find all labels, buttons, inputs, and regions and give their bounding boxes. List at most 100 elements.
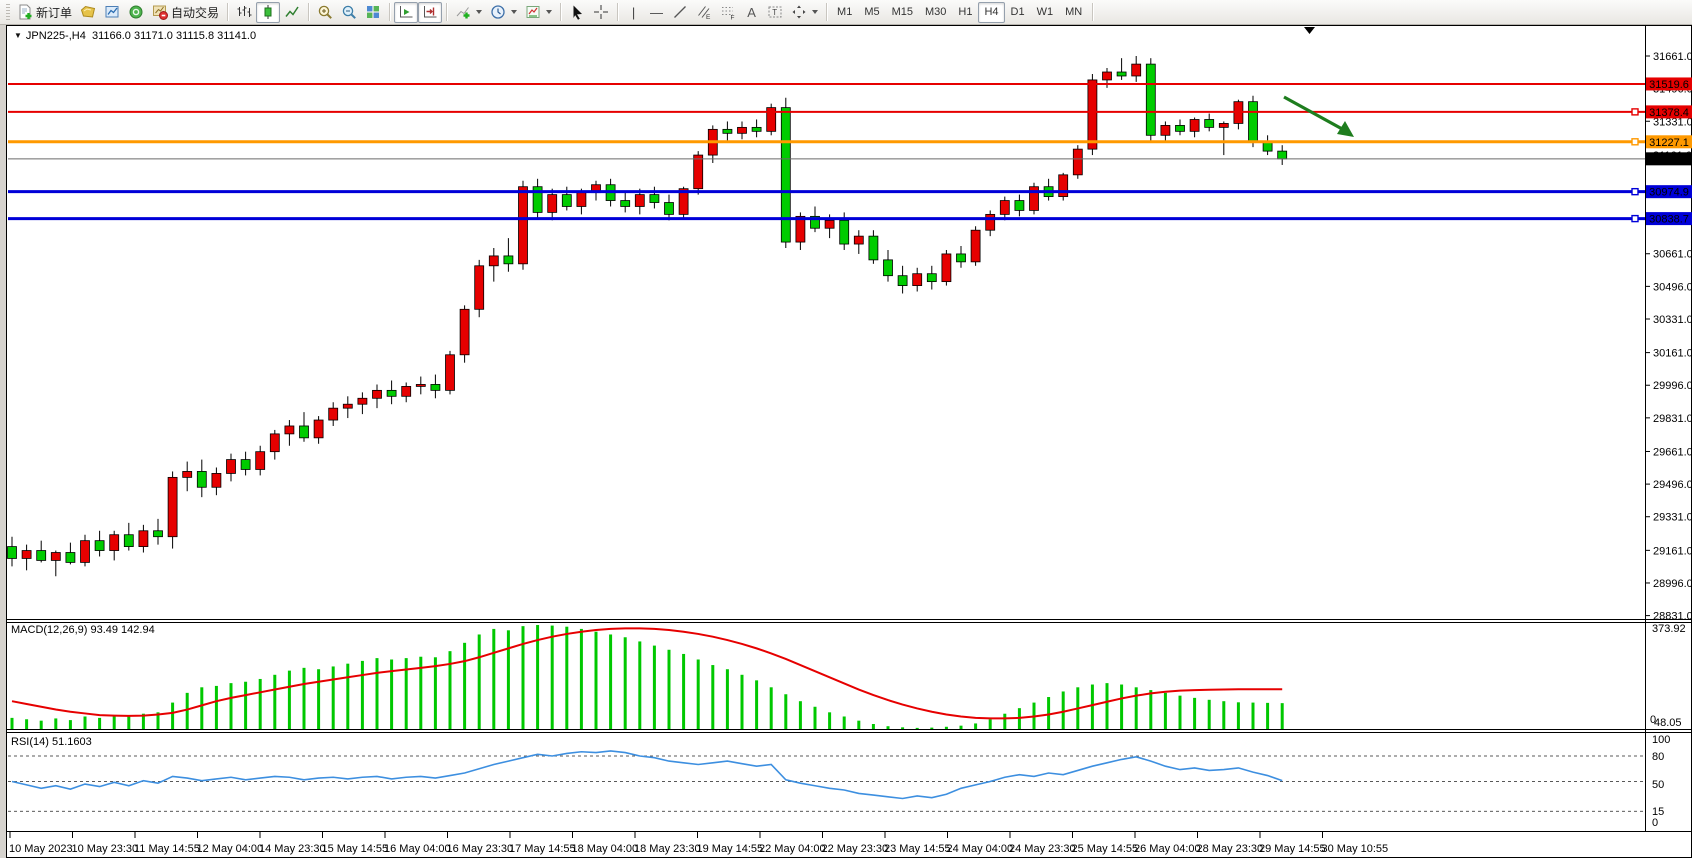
- date-label: 19 May 14:55: [697, 843, 764, 855]
- rsi-axis-label: 0: [1652, 817, 1658, 829]
- separator: [617, 3, 618, 21]
- level-handle[interactable]: [1632, 109, 1638, 115]
- toolbar-grip[interactable]: [6, 4, 10, 20]
- new-order-label: 新订单: [36, 4, 72, 21]
- level-handle[interactable]: [1632, 216, 1638, 222]
- date-label: 28 May 23:30: [1197, 843, 1264, 855]
- chart-symbol-period: JPN225-,H4: [26, 30, 86, 42]
- separator: [389, 3, 390, 21]
- date-label: 30 May 10:55: [1322, 843, 1389, 855]
- date-label: 10 May 2023: [9, 843, 73, 855]
- chart-shift-icon: [422, 4, 438, 20]
- separator: [826, 3, 827, 21]
- arrows-button[interactable]: [787, 2, 822, 23]
- channel-button[interactable]: E: [692, 2, 716, 23]
- date-label: 10 May 23:30: [72, 843, 139, 855]
- chart-header: ▼JPN225-,H4 31166.0 31171.0 31115.8 3114…: [14, 30, 256, 42]
- chart-profiles-button[interactable]: [76, 2, 100, 23]
- rsi-axis-label: 50: [1652, 779, 1664, 791]
- fibonacci-button[interactable]: F: [716, 2, 740, 23]
- rsi-axis-label: 80: [1652, 751, 1664, 763]
- market-watch-button[interactable]: [100, 2, 124, 23]
- price-tick-label: 29161.0: [1653, 545, 1692, 557]
- trendline-button[interactable]: [668, 2, 692, 23]
- templates-icon: [525, 4, 541, 20]
- date-label: 22 May 04:00: [759, 843, 826, 855]
- caret-icon: [546, 10, 552, 14]
- date-label: 26 May 04:00: [1134, 843, 1201, 855]
- price-tick-label: 29496.0: [1653, 479, 1692, 491]
- timeframe-m5-button[interactable]: M5: [858, 2, 885, 23]
- timeframe-d1-button[interactable]: D1: [1005, 2, 1031, 23]
- channel-icon: E: [696, 4, 712, 20]
- zoom-out-button[interactable]: [337, 2, 361, 23]
- periods-button[interactable]: [486, 2, 521, 23]
- bar-chart-button[interactable]: [232, 2, 256, 23]
- timeframe-m1-button[interactable]: M1: [831, 2, 858, 23]
- separator: [560, 3, 561, 21]
- auto-scroll-button[interactable]: [394, 2, 418, 23]
- navigator-button[interactable]: [124, 2, 148, 23]
- price-tick-label: 29661.0: [1653, 446, 1692, 458]
- market-watch-icon: [104, 4, 120, 20]
- clock-icon: [490, 4, 506, 20]
- indicators-icon: [455, 4, 471, 20]
- price-level-box-label: 30838.7: [1649, 214, 1689, 226]
- new-order-button[interactable]: 新订单: [13, 2, 76, 23]
- date-label: 14 May 23:30: [259, 843, 326, 855]
- indicators-button[interactable]: [451, 2, 486, 23]
- price-chart[interactable]: 31661.031496.031331.031161.030661.030496…: [0, 0, 1692, 863]
- rsi-indicator-label: RSI(14) 51.1603: [11, 736, 92, 748]
- level-handle[interactable]: [1632, 139, 1638, 145]
- price-tick-label: 29831.0: [1653, 413, 1692, 425]
- fibonacci-icon: F: [720, 4, 736, 20]
- text-button[interactable]: A: [740, 2, 763, 23]
- price-level-box-label: 30974.9: [1649, 187, 1689, 199]
- price-level-box-label: 31227.1: [1649, 137, 1689, 149]
- timeframe-m15-button[interactable]: M15: [886, 2, 919, 23]
- date-label: 17 May 14:55: [509, 843, 576, 855]
- timeframe-h1-button[interactable]: H1: [952, 2, 978, 23]
- auto-trading-label: 自动交易: [171, 4, 219, 21]
- line-chart-button[interactable]: [280, 2, 304, 23]
- price-level-box-label: 31378.4: [1649, 107, 1689, 119]
- bar-chart-icon: [236, 4, 252, 20]
- zoom-in-icon: [317, 4, 333, 20]
- timeframe-w1-button[interactable]: W1: [1031, 2, 1060, 23]
- price-tick-label: 28831.0: [1653, 611, 1692, 623]
- text-label-button[interactable]: T: [763, 2, 787, 23]
- price-level-box-label: 31519.6: [1649, 79, 1689, 91]
- chart-shift-button[interactable]: [418, 2, 442, 23]
- separator: [308, 3, 309, 21]
- tile-windows-button[interactable]: [361, 2, 385, 23]
- candlestick-icon: [260, 4, 276, 20]
- trendline-icon: [672, 4, 688, 20]
- svg-text:E: E: [706, 14, 711, 20]
- level-handle[interactable]: [1632, 189, 1638, 195]
- auto-trading-button[interactable]: 自动交易: [148, 2, 223, 23]
- tile-windows-icon: [365, 4, 381, 20]
- vertical-line-button[interactable]: |: [622, 2, 645, 23]
- macd-axis-max: 373.92: [1652, 623, 1686, 635]
- price-tick-label: 29996.0: [1653, 380, 1692, 392]
- candlestick-chart-button[interactable]: [256, 2, 280, 23]
- crosshair-button[interactable]: [589, 2, 613, 23]
- macd-indicator-label: MACD(12,26,9) 93.49 142.94: [11, 624, 155, 636]
- date-label: 11 May 14:55: [134, 843, 200, 855]
- price-level-box-label: 31141.0: [1650, 154, 1689, 166]
- separator: [1092, 3, 1093, 21]
- templates-button[interactable]: [521, 2, 556, 23]
- date-label: 23 May 14:55: [884, 843, 951, 855]
- timeframe-h4-button[interactable]: H4: [978, 2, 1004, 23]
- auto-scroll-icon: [398, 4, 414, 20]
- date-label: 25 May 14:55: [1072, 843, 1139, 855]
- date-label: 16 May 04:00: [384, 843, 451, 855]
- timeframe-mn-button[interactable]: MN: [1059, 2, 1088, 23]
- horizontal-line-button[interactable]: —: [645, 2, 668, 23]
- timeframe-m30-button[interactable]: M30: [919, 2, 952, 23]
- zoom-in-button[interactable]: [313, 2, 337, 23]
- date-label: 15 May 14:55: [322, 843, 389, 855]
- cursor-button[interactable]: [565, 2, 589, 23]
- separator: [446, 3, 447, 21]
- chevron-down-icon[interactable]: ▼: [14, 31, 22, 40]
